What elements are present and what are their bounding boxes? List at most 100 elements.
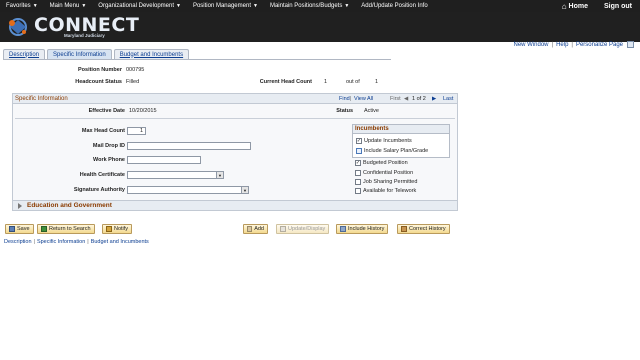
save-button-label: Save [17,226,30,232]
section-divider [15,118,455,119]
nav-organizational-development[interactable]: Organizational Development ▼ [92,0,187,12]
nav-maintain-positions-label: Maintain Positions/Budgets [269,3,343,9]
save-button[interactable]: Save [5,224,34,234]
tab-specific-information[interactable]: Specific Information [47,49,112,59]
link-separator: | [350,96,352,102]
first-link[interactable]: First [390,96,401,102]
new-window-link[interactable]: New Window [513,42,548,48]
health-certificate-label: Health Certificate [79,172,125,178]
chevron-down-icon: ▼ [253,3,258,9]
chevron-down-icon: ▼ [344,3,350,9]
nav-add-update-label: Add/Update Position Info [361,3,428,9]
tab-description[interactable]: Description [3,49,46,59]
view-all-link[interactable]: View All [354,96,373,102]
status-value: Active [364,108,379,114]
out-of-label: out of [346,79,360,85]
mail-drop-id-input[interactable] [127,142,251,150]
telework-checkbox[interactable] [355,188,361,194]
nav-position-management[interactable]: Position Management ▼ [187,0,264,12]
budgeted-position-label: Budgeted Position [363,160,408,166]
nav-favorites-label: Favorites [6,3,31,9]
bottom-link-budget-and-incumbents[interactable]: Budget and Incumbents [91,239,149,245]
current-head-count-label: Current Head Count [259,79,312,85]
notify-button[interactable]: Notify [102,224,133,234]
nav-main-menu-label: Main Menu [49,3,80,9]
max-head-count-value: 1 [140,128,144,134]
tab-budget-and-incumbents[interactable]: Budget and Incumbents [113,49,190,59]
headcount-status-label: Headcount Status [75,79,122,85]
page-options-icon[interactable] [627,41,634,48]
previous-arrow-icon[interactable]: ◀ [404,96,408,102]
work-phone-input[interactable] [127,156,201,164]
position-number-label: Position Number [77,67,122,73]
notify-icon [106,226,112,232]
update-display-icon [280,226,286,232]
nav-favorites[interactable]: Favorites ▼ [0,0,44,12]
update-incumbents-option[interactable]: ✓ Update Incumbents [356,138,412,144]
bottom-link-description[interactable]: Description [4,239,32,245]
job-sharing-checkbox[interactable] [355,179,361,185]
confidential-position-checkbox[interactable] [355,170,361,176]
position-number-value: 000795 [126,67,145,73]
update-incumbents-checkbox[interactable]: ✓ [356,138,362,144]
headcount-status-value: Filled [126,79,140,85]
notify-label: Notify [114,226,129,232]
max-head-count-label: Max Head Count [81,128,125,134]
logo: CONNECT Maryland Judiciary [4,14,164,40]
top-nav-bar: Favorites ▼ Main Menu ▼ Organizational Dev… [0,0,640,12]
education-government-collapsible[interactable]: Education and Government [13,200,457,210]
page-tabs: Description Specific Information Budget … [3,49,191,59]
add-button[interactable]: Add [243,224,268,234]
section-title: Specific Information [15,96,68,102]
include-salary-option[interactable]: Include Salary Plan/Grade [356,148,428,154]
telework-label: Available for Telework [363,188,417,194]
confidential-position-option[interactable]: Confidential Position [355,170,413,176]
nav-add-update-position[interactable]: Add/Update Position Info [355,0,433,12]
chevron-down-icon[interactable]: ▼ [241,187,248,193]
find-link[interactable]: Find [339,96,350,102]
sign-out-link[interactable]: Sign out [596,3,640,10]
last-link[interactable]: Last [443,96,453,102]
return-to-search-button[interactable]: Return to Search [37,224,95,234]
incumbents-header: Incumbents [353,125,449,134]
help-link[interactable]: Help [556,42,568,48]
correct-history-icon [401,226,407,232]
effective-date-label: Effective Date [88,108,125,114]
home-label: Home [568,2,588,10]
update-display-button[interactable]: Update/Display [276,224,330,234]
job-sharing-option[interactable]: Job Sharing Permitted [355,179,417,185]
link-separator: | [571,41,573,48]
incumbents-title: Incumbents [355,126,389,132]
education-government-title[interactable]: Education and Government [27,202,112,209]
correct-history-button[interactable]: Correct History [397,224,450,234]
incumbents-group: Incumbents ✓ Update Incumbents Include S… [352,124,450,158]
include-history-icon [340,226,346,232]
include-salary-checkbox[interactable] [356,148,362,154]
signature-authority-select[interactable]: ▼ [127,186,249,194]
expand-arrow-icon[interactable] [18,203,22,209]
include-history-button[interactable]: Include History [336,224,389,234]
max-head-count-input[interactable]: 1 [127,127,146,135]
telework-option[interactable]: Available for Telework [355,188,416,194]
personalize-page-link[interactable]: Personalize Page [576,42,623,48]
nav-main-menu[interactable]: Main Menu ▼ [44,0,93,12]
home-link[interactable]: ⌂ Home [554,2,596,11]
next-arrow-icon[interactable]: ▶ [432,96,436,102]
status-label: Status [336,108,353,114]
work-phone-label: Work Phone [93,157,125,163]
budgeted-position-option[interactable]: ✓ Budgeted Position [355,160,408,166]
bottom-page-links: Description | Specific Information | Bud… [4,239,149,245]
bottom-link-specific-information[interactable]: Specific Information [37,239,85,245]
mail-drop-id-label: Mail Drop ID [92,143,125,149]
nav-maintain-positions[interactable]: Maintain Positions/Budgets ▼ [264,0,355,12]
section-header: Specific Information Find | View All Fir… [13,94,457,104]
logo-mark-icon [9,18,27,36]
chevron-down-icon: ▼ [176,3,181,9]
update-display-label: Update/Display [288,226,326,232]
save-icon [9,226,15,232]
health-certificate-select[interactable]: ▼ [127,171,224,179]
chevron-down-icon[interactable]: ▼ [216,172,223,178]
add-icon [247,226,253,232]
budgeted-position-checkbox[interactable]: ✓ [355,160,361,166]
nav-org-dev-label: Organizational Development [98,3,174,9]
